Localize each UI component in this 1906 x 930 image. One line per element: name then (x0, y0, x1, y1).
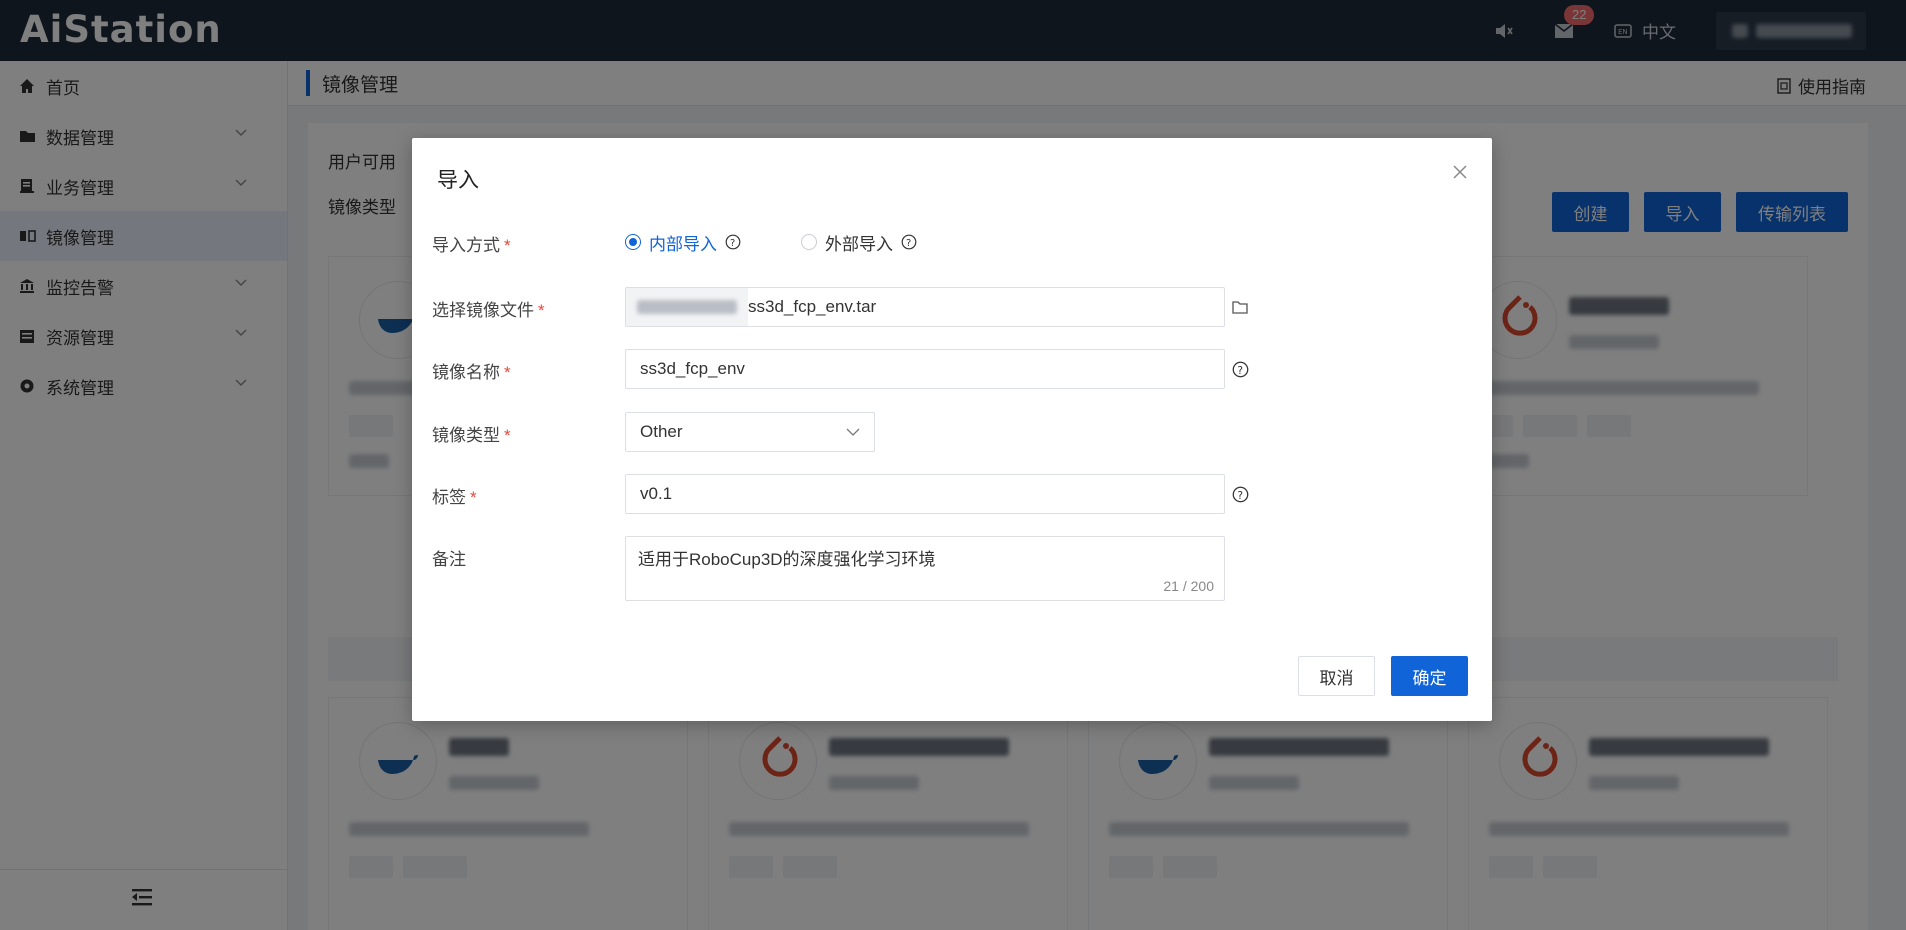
tag-input[interactable]: v0.1 (625, 474, 1225, 514)
svg-text:?: ? (1237, 364, 1243, 377)
note-label: 备注 (432, 550, 466, 569)
close-icon[interactable] (1450, 162, 1470, 182)
image-type-label: 镜像类型 * (432, 426, 511, 445)
help-icon[interactable]: ? (1232, 361, 1249, 378)
note-textarea[interactable]: 适用于RoboCup3D的深度强化学习环境 21 / 200 (625, 536, 1225, 601)
svg-text:?: ? (1237, 489, 1243, 502)
tag-label: 标签 * (432, 488, 477, 507)
file-path-prefix (626, 288, 748, 326)
image-type-row: 镜像类型 * Other (432, 412, 1472, 452)
cancel-button[interactable]: 取消 (1298, 656, 1375, 696)
image-name-label: 镜像名称 * (432, 363, 511, 382)
radio-internal-label: 内部导入 (649, 234, 717, 254)
import-dialog: 导入 导入方式 * 内部导入 ? 外部导入 ? 选择镜像文件 * ss3d_fcp_… (412, 138, 1492, 721)
note-value: 适用于RoboCup3D的深度强化学习环境 (638, 550, 936, 569)
confirm-button[interactable]: 确定 (1391, 656, 1468, 696)
radio-external-import[interactable]: 外部导入 ? (801, 230, 917, 255)
image-name-value: ss3d_fcp_env (640, 359, 745, 378)
import-method-row: 导入方式 * 内部导入 ? 外部导入 ? (432, 222, 1472, 262)
radio-external-label: 外部导入 (825, 234, 893, 254)
image-file-row: 选择镜像文件 * ss3d_fcp_env.tar (432, 287, 1472, 327)
image-file-input[interactable]: ss3d_fcp_env.tar (625, 287, 1225, 327)
tag-row: 标签 * v0.1 ? (432, 474, 1472, 514)
help-icon[interactable]: ? (1232, 486, 1249, 503)
image-type-select[interactable]: Other (625, 412, 875, 452)
dialog-title: 导入 (437, 169, 479, 192)
radio-checked-icon (625, 234, 641, 250)
image-file-value: ss3d_fcp_env.tar (748, 297, 877, 316)
chevron-down-icon (846, 428, 860, 436)
tag-value: v0.1 (640, 484, 673, 503)
import-method-radio-group: 内部导入 ? 外部导入 ? (625, 222, 917, 262)
svg-text:?: ? (730, 238, 735, 249)
svg-text:?: ? (906, 238, 911, 249)
image-name-row: 镜像名称 * ss3d_fcp_env ? (432, 349, 1472, 389)
radio-internal-import[interactable]: 内部导入 ? (625, 230, 741, 255)
import-method-label: 导入方式 * (432, 236, 511, 255)
image-file-label: 选择镜像文件 * (432, 301, 545, 320)
image-name-input[interactable]: ss3d_fcp_env (625, 349, 1225, 389)
folder-open-icon[interactable] (1232, 299, 1249, 316)
help-icon[interactable]: ? (901, 234, 917, 250)
image-type-value: Other (640, 422, 683, 441)
note-char-count: 21 / 200 (1163, 578, 1214, 594)
help-icon[interactable]: ? (725, 234, 741, 250)
radio-unchecked-icon (801, 234, 817, 250)
note-row: 备注 适用于RoboCup3D的深度强化学习环境 21 / 200 (432, 536, 1472, 602)
